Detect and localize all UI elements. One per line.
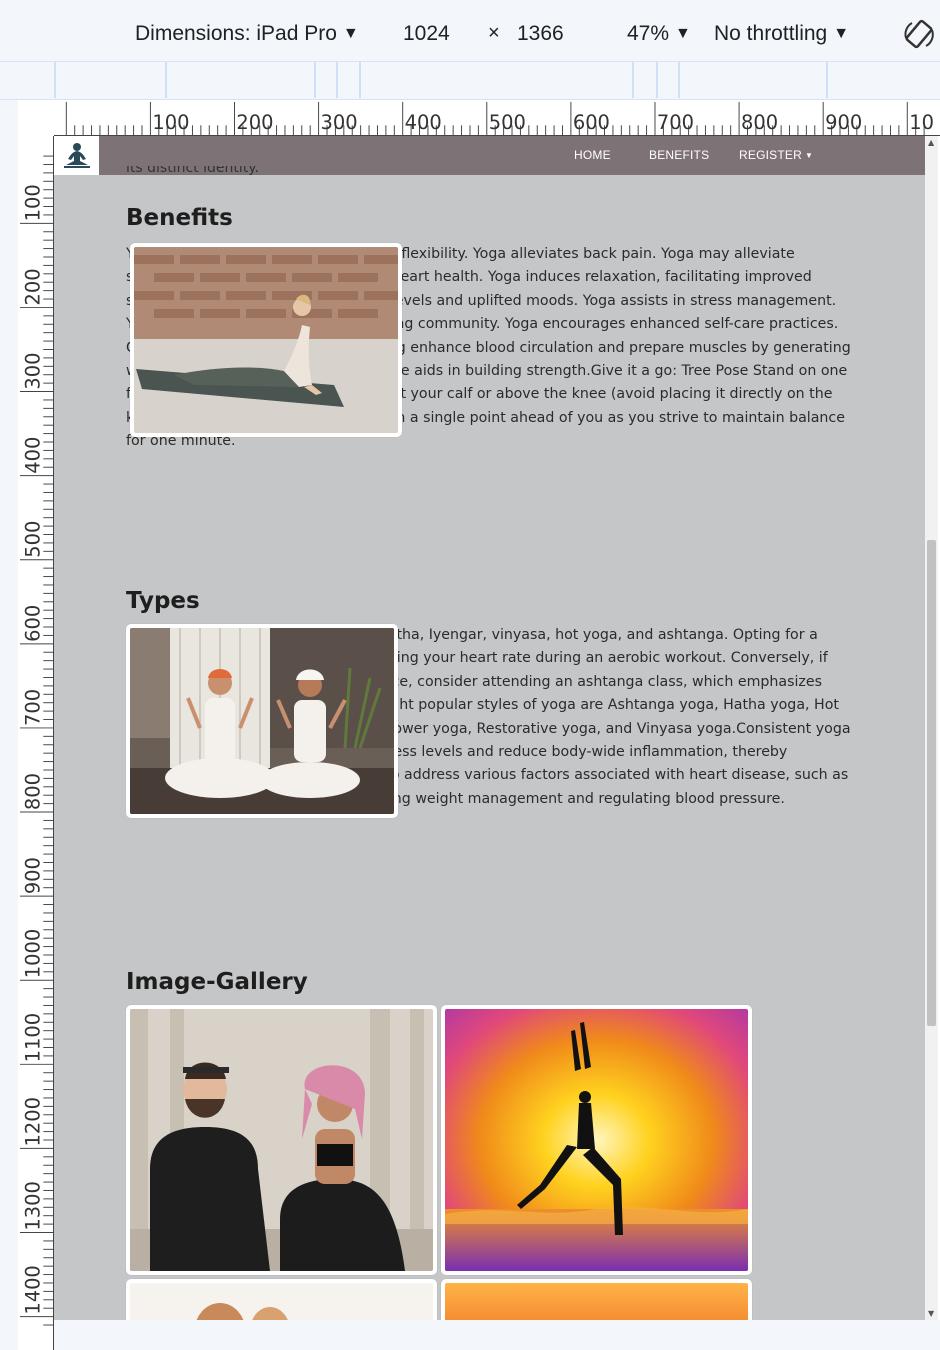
ruler-label: 600: [573, 111, 610, 134]
ruler-label: 1000: [21, 929, 44, 978]
left-gutter: [0, 100, 18, 1350]
width-input[interactable]: 1024: [403, 22, 450, 46]
media-query-segment[interactable]: [359, 62, 361, 98]
ruler-label: 300: [321, 111, 358, 134]
media-query-segment[interactable]: [336, 62, 338, 98]
cobra-pose-image: [134, 247, 398, 433]
zoom-dropdown[interactable]: 47% ▼: [627, 22, 691, 46]
gallery-item-partial-2[interactable]: [441, 1279, 752, 1320]
nav-register-label: REGISTER: [739, 148, 802, 162]
media-query-segment[interactable]: [826, 62, 828, 98]
types-heading: Types: [126, 588, 200, 614]
benefits-text: Yoga enhances strength, balance, and fle…: [126, 243, 854, 454]
benefits-heading: Benefits: [126, 205, 233, 231]
nav-register-dropdown[interactable]: REGISTER ▼: [739, 148, 813, 162]
emulated-viewport: HOME BENEFITS REGISTER ▼ its distinct ide…: [54, 136, 925, 1320]
times-icon: ×: [488, 22, 500, 44]
nav-benefits-link[interactable]: BENEFITS: [649, 148, 709, 162]
ruler-label: 200: [236, 111, 273, 134]
warrior-pose-sunset-image: [445, 1009, 748, 1271]
meditating-couple-image: [130, 628, 394, 814]
ruler-label: 600: [21, 605, 44, 642]
ruler-label: 700: [657, 111, 694, 134]
ruler-label: 900: [21, 857, 44, 894]
ruler-label: 100: [21, 184, 44, 221]
gallery-item-sunset[interactable]: [441, 1005, 752, 1275]
gallery-heading: Image-Gallery: [126, 969, 308, 995]
media-query-segment[interactable]: [656, 62, 658, 98]
ruler-label: 500: [489, 111, 526, 134]
scrollbar-thumb[interactable]: [927, 540, 936, 1026]
media-query-segment[interactable]: [632, 62, 634, 98]
media-query-segment[interactable]: [165, 62, 167, 98]
caret-down-icon: ▼: [804, 151, 814, 160]
caret-down-icon: ▼: [342, 25, 359, 42]
gallery-item-meditation[interactable]: [126, 1005, 437, 1275]
clipped-text-content: its distinct identity.: [126, 166, 259, 176]
ruler-label: 1300: [21, 1181, 44, 1230]
viewport-scrollbar[interactable]: ▲ ▼: [925, 136, 938, 1320]
height-input[interactable]: 1366: [517, 22, 564, 46]
ruler-label: 1200: [21, 1097, 44, 1146]
types-text: Different types of yoga encompass hatha,…: [126, 624, 854, 818]
ruler-label: 100: [152, 111, 189, 134]
types-photo: [126, 624, 398, 818]
media-query-segment[interactable]: [314, 62, 316, 98]
caret-down-icon: ▼: [833, 25, 850, 42]
gallery-item-partial-1[interactable]: [126, 1279, 437, 1320]
clipped-text: its distinct identity.: [126, 166, 259, 178]
ruler-corner: [18, 100, 54, 136]
ruler-label: 1400: [21, 1265, 44, 1314]
ruler-label: 200: [21, 268, 44, 305]
ruler-label: 400: [405, 111, 442, 134]
device-toolbar: Dimensions: iPad Pro ▼ 1024 × 1366 47% ▼ N…: [0, 0, 940, 62]
vertical-ruler: 100 200 300 400 500 600 700 800 900 1000 1100 1200 1…: [18, 136, 54, 1350]
media-query-segment[interactable]: [678, 62, 680, 98]
zoom-label: 47%: [627, 22, 670, 45]
gallery-partial-image: [130, 1283, 433, 1320]
dimensions-label: Dimensions: iPad Pro: [135, 22, 337, 45]
nav-home-link[interactable]: HOME: [574, 148, 611, 162]
meditation-pose-icon: [63, 142, 90, 168]
scroll-up-icon[interactable]: ▲: [928, 138, 934, 147]
ruler-label: 800: [741, 111, 778, 134]
dimensions-dropdown[interactable]: Dimensions: iPad Pro ▼: [135, 22, 359, 46]
caret-down-icon: ▼: [675, 25, 691, 42]
site-logo[interactable]: [54, 136, 99, 175]
benefits-photo: [130, 243, 402, 437]
scroll-down-icon[interactable]: ▼: [928, 1309, 934, 1318]
ruler-label: 500: [21, 521, 44, 558]
ruler-label: 400: [21, 437, 44, 474]
meditating-pair-image: [130, 1009, 433, 1271]
bottom-bar: [54, 1320, 940, 1350]
ruler-label: 300: [21, 352, 44, 389]
gallery-partial-image: [445, 1283, 748, 1320]
rotate-icon[interactable]: [902, 18, 936, 52]
horizontal-ruler: 100 200 300 400 500 600 700 800 900 10: [54, 100, 940, 136]
throttling-dropdown[interactable]: No throttling ▼: [714, 22, 849, 46]
ruler-label: 1100: [21, 1013, 44, 1062]
media-query-segment[interactable]: [54, 62, 56, 98]
media-query-bar[interactable]: [0, 62, 940, 100]
ruler-label: 700: [21, 689, 44, 726]
ruler-label: 800: [21, 773, 44, 810]
ruler-label: 10: [909, 111, 934, 134]
throttling-label: No throttling: [714, 22, 828, 45]
ruler-label: 900: [825, 111, 862, 134]
